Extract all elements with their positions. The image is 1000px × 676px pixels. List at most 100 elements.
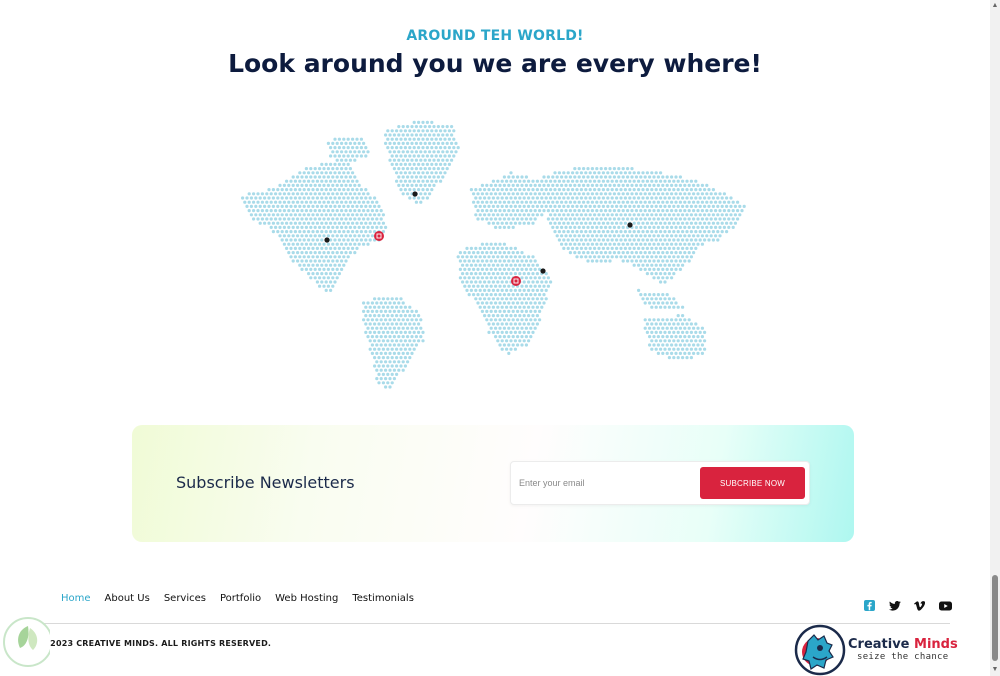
map-dot: [285, 221, 289, 225]
map-dot: [582, 217, 586, 221]
map-dot: [659, 330, 663, 334]
map-dot: [665, 251, 669, 255]
map-dot: [348, 242, 352, 246]
vimeo-icon[interactable]: [914, 598, 928, 611]
map-dot: [485, 192, 489, 196]
scroll-down-icon[interactable]: ▼: [991, 666, 999, 674]
footer-nav: Home About Us Services Portfolio Web Hos…: [61, 593, 414, 604]
map-dot: [566, 171, 570, 175]
map-dot: [278, 225, 282, 229]
scrollbar-thumb[interactable]: [992, 575, 998, 661]
map-dot: [302, 230, 306, 234]
map-dot: [509, 288, 513, 292]
map-dot: [687, 200, 691, 204]
email-input[interactable]: [519, 470, 699, 496]
map-dot: [496, 272, 500, 276]
map-dot: [648, 217, 652, 221]
map-dot: [551, 192, 555, 196]
map-dot: [425, 137, 429, 141]
map-dot: [654, 230, 658, 234]
map-dot: [335, 267, 339, 271]
map-dot: [406, 318, 410, 322]
map-dot: [408, 339, 412, 343]
map-dot: [296, 192, 300, 196]
map-office-marker-icon[interactable]: [374, 231, 384, 241]
brand-name-primary: Creative: [848, 637, 915, 652]
footer-nav-services[interactable]: Services: [164, 593, 206, 604]
map-dot: [417, 154, 421, 158]
map-dot: [390, 347, 394, 351]
map-dot: [293, 196, 297, 200]
map-dot: [291, 225, 295, 229]
map-dot: [681, 356, 685, 360]
map-dot: [478, 188, 482, 192]
map-dot: [307, 204, 311, 208]
map-dot: [287, 251, 291, 255]
map-dot: [634, 242, 638, 246]
map-dot: [483, 288, 487, 292]
map-dot: [344, 209, 348, 213]
map-office-marker-icon[interactable]: [511, 276, 521, 286]
map-dot: [586, 217, 590, 221]
map-dot: [397, 343, 401, 347]
map-dot: [307, 221, 311, 225]
map-dot: [247, 209, 251, 213]
map-dot: [643, 209, 647, 213]
map-dot: [685, 179, 689, 183]
map-dot: [595, 167, 599, 171]
map-dot: [553, 171, 557, 175]
map-dot: [333, 230, 337, 234]
map-dot: [346, 171, 350, 175]
map-dot: [516, 251, 520, 255]
map-dot: [533, 318, 537, 322]
scroll-up-icon[interactable]: ▲: [991, 2, 999, 10]
footer-nav-testimonials[interactable]: Testimonials: [352, 593, 414, 604]
map-dot: [650, 347, 654, 351]
map-dot: [720, 221, 724, 225]
twitter-icon[interactable]: [889, 598, 903, 611]
subscribe-button[interactable]: SUBCRIBE NOW: [700, 467, 805, 499]
footer-nav-portfolio[interactable]: Portfolio: [220, 593, 261, 604]
map-dot: [722, 192, 726, 196]
brand-logo-icon[interactable]: [794, 624, 846, 676]
map-dot: [249, 204, 253, 208]
map-dot: [428, 167, 432, 171]
footer-nav-about-us[interactable]: About Us: [105, 593, 150, 604]
map-dot: [439, 146, 443, 150]
map-dot: [573, 175, 577, 179]
map-dot: [465, 272, 469, 276]
page-scrollbar[interactable]: ▲ ▼: [990, 0, 1000, 676]
footer-nav-web-hosting[interactable]: Web Hosting: [275, 593, 338, 604]
map-dot: [645, 272, 649, 276]
map-dot: [516, 326, 520, 330]
youtube-icon[interactable]: [939, 598, 953, 611]
map-dot: [465, 280, 469, 284]
facebook-icon[interactable]: [864, 598, 878, 611]
map-dot: [718, 225, 722, 229]
map-dot: [535, 297, 539, 301]
map-dot: [491, 255, 495, 259]
map-dot: [599, 251, 603, 255]
map-dot: [549, 179, 553, 183]
map-dot: [320, 204, 324, 208]
map-dot: [304, 267, 308, 271]
map-dot: [472, 267, 476, 271]
map-dot: [395, 305, 399, 309]
map-dot: [474, 255, 478, 259]
map-dot: [538, 309, 542, 313]
map-dot: [320, 196, 324, 200]
map-dot: [685, 330, 689, 334]
map-dot: [333, 137, 337, 141]
copyright-text: © 2023 CREATIVE MINDS. ALL RIGHTS RESERV…: [39, 639, 272, 648]
map-dot: [709, 225, 713, 229]
footer-nav-home[interactable]: Home: [61, 593, 91, 604]
map-dot: [351, 179, 355, 183]
map-dot: [612, 192, 616, 196]
map-dot: [348, 150, 352, 154]
map-dot: [615, 179, 619, 183]
map-dot: [511, 192, 515, 196]
map-dot: [637, 230, 641, 234]
section-eyebrow: AROUND TEH WORLD!: [406, 28, 584, 44]
map-dot: [384, 385, 388, 389]
map-dot: [654, 246, 658, 250]
